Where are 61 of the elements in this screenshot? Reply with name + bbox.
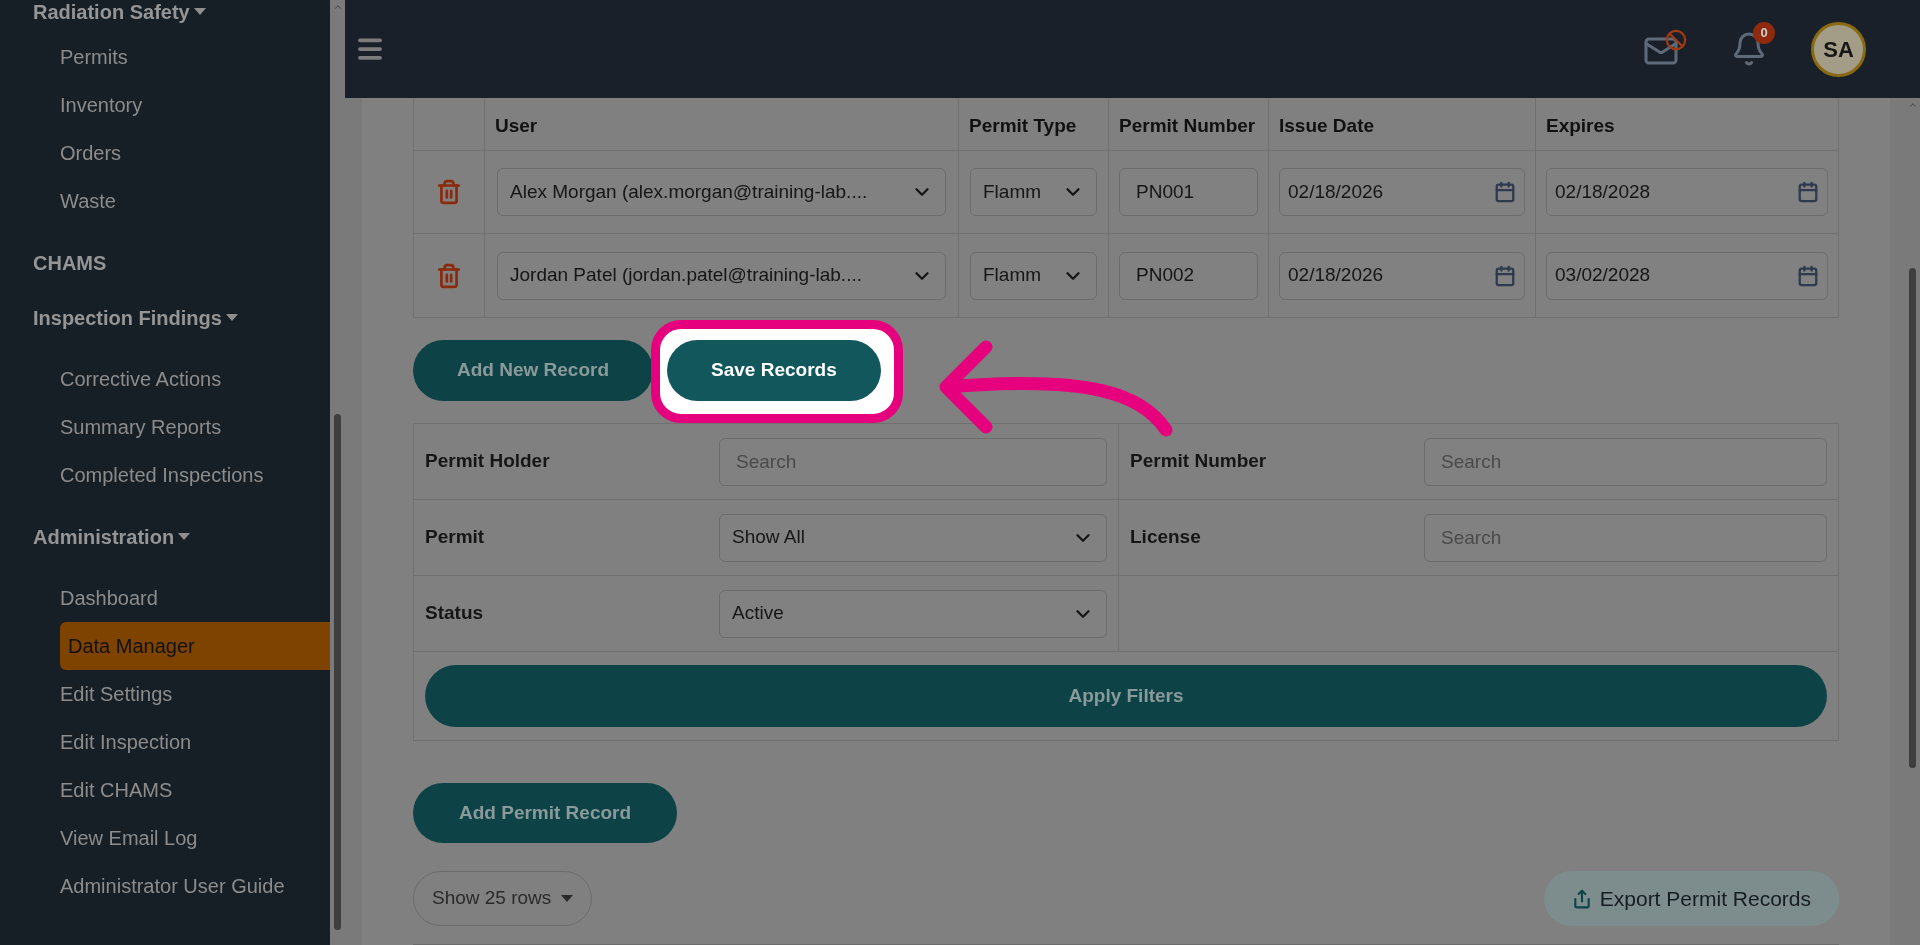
user-select[interactable]: Alex Morgan (alex.morgan@training-lab....	[497, 168, 946, 216]
user-select[interactable]: Jordan Patel (jordan.patel@training-lab....	[497, 251, 946, 300]
column-header: Expires	[1546, 114, 1615, 138]
sidebar-item[interactable]: View Email Log	[60, 814, 330, 862]
sidebar-heading[interactable]: Inspection Findings	[33, 306, 238, 330]
sidebar-item[interactable]: Dashboard	[60, 574, 330, 622]
permit-type-select[interactable]: Flamm	[970, 168, 1097, 216]
filter-select[interactable]: Show All	[719, 513, 1107, 562]
save-records-button[interactable]: Save Records	[667, 340, 881, 401]
sidebar-heading[interactable]: CHAMS	[33, 251, 107, 275]
sidebar-item[interactable]: Inventory	[60, 81, 330, 129]
sidebar-item[interactable]: Permits	[60, 33, 330, 81]
sidebar-item[interactable]: Edit Settings	[60, 670, 330, 718]
scrollbar-thumb[interactable]	[1909, 268, 1916, 768]
caret-icon	[193, 8, 206, 16]
calendar-icon	[1494, 264, 1516, 287]
scrollbar-thumb[interactable]	[334, 414, 341, 930]
expiry-date-field[interactable]: 03/02/2028	[1546, 251, 1828, 300]
calendar-icon	[1797, 181, 1819, 203]
filter-label: Permit Holder	[424, 449, 551, 474]
issue-date-field[interactable]: 02/18/2026	[1279, 251, 1525, 300]
permit-number-field[interactable]: PN002	[1119, 251, 1258, 300]
filter-label: Permit Number	[1129, 449, 1268, 474]
sidebar-item[interactable]: Administrator User Guide	[60, 862, 330, 910]
caret-icon	[225, 314, 238, 322]
permit-number-field[interactable]: PN001	[1119, 168, 1258, 216]
scroll-up-icon[interactable]	[1907, 100, 1918, 110]
sidebar-heading[interactable]: Radiation Safety	[33, 0, 206, 24]
user-avatar[interactable]: SA	[1811, 21, 1866, 77]
sidebar-item[interactable]: Summary Reports	[60, 403, 330, 451]
permit-type-select[interactable]: Flamm	[970, 251, 1097, 300]
sidebar-item[interactable]: Edit CHAMS	[60, 766, 330, 814]
sidebar-heading[interactable]: Administration	[33, 525, 191, 549]
share-icon	[1571, 888, 1592, 909]
calendar-icon	[1797, 264, 1819, 287]
notification-count: 0	[1753, 22, 1775, 44]
sidebar-item[interactable]: Completed Inspections	[60, 451, 330, 499]
delete-button[interactable]	[436, 179, 462, 205]
sidebar-item[interactable]: Edit Inspection	[60, 718, 330, 766]
calendar-icon	[1494, 181, 1516, 203]
caret-icon	[178, 533, 191, 541]
delete-button[interactable]	[436, 262, 462, 289]
column-header: Permit Type	[969, 114, 1077, 138]
caret-icon	[561, 894, 574, 903]
filter-select[interactable]: Active	[719, 589, 1107, 638]
filter-label: Permit	[424, 525, 486, 550]
add-permit-button[interactable]: Add Permit Record	[413, 783, 678, 843]
filter-label: Status	[424, 601, 485, 626]
expiry-date-field[interactable]: 02/18/2028	[1546, 168, 1828, 216]
export-button[interactable]: Export Permit Records	[1543, 871, 1839, 926]
scroll-up-icon[interactable]	[332, 2, 343, 12]
apply-filters-button[interactable]: Apply Filters	[425, 665, 1827, 727]
sidebar-item[interactable]: Orders	[60, 129, 330, 177]
add-record-button[interactable]: Add New Record	[413, 340, 654, 401]
filter-label: License	[1129, 525, 1202, 550]
column-header: Permit Number	[1119, 114, 1256, 138]
sidebar-item[interactable]: Corrective Actions	[60, 355, 330, 403]
column-header: User	[495, 114, 538, 138]
sidebar-item[interactable]: Waste	[60, 177, 330, 225]
issue-date-field[interactable]: 02/18/2026	[1279, 168, 1525, 216]
column-header: Issue Date	[1279, 114, 1375, 138]
